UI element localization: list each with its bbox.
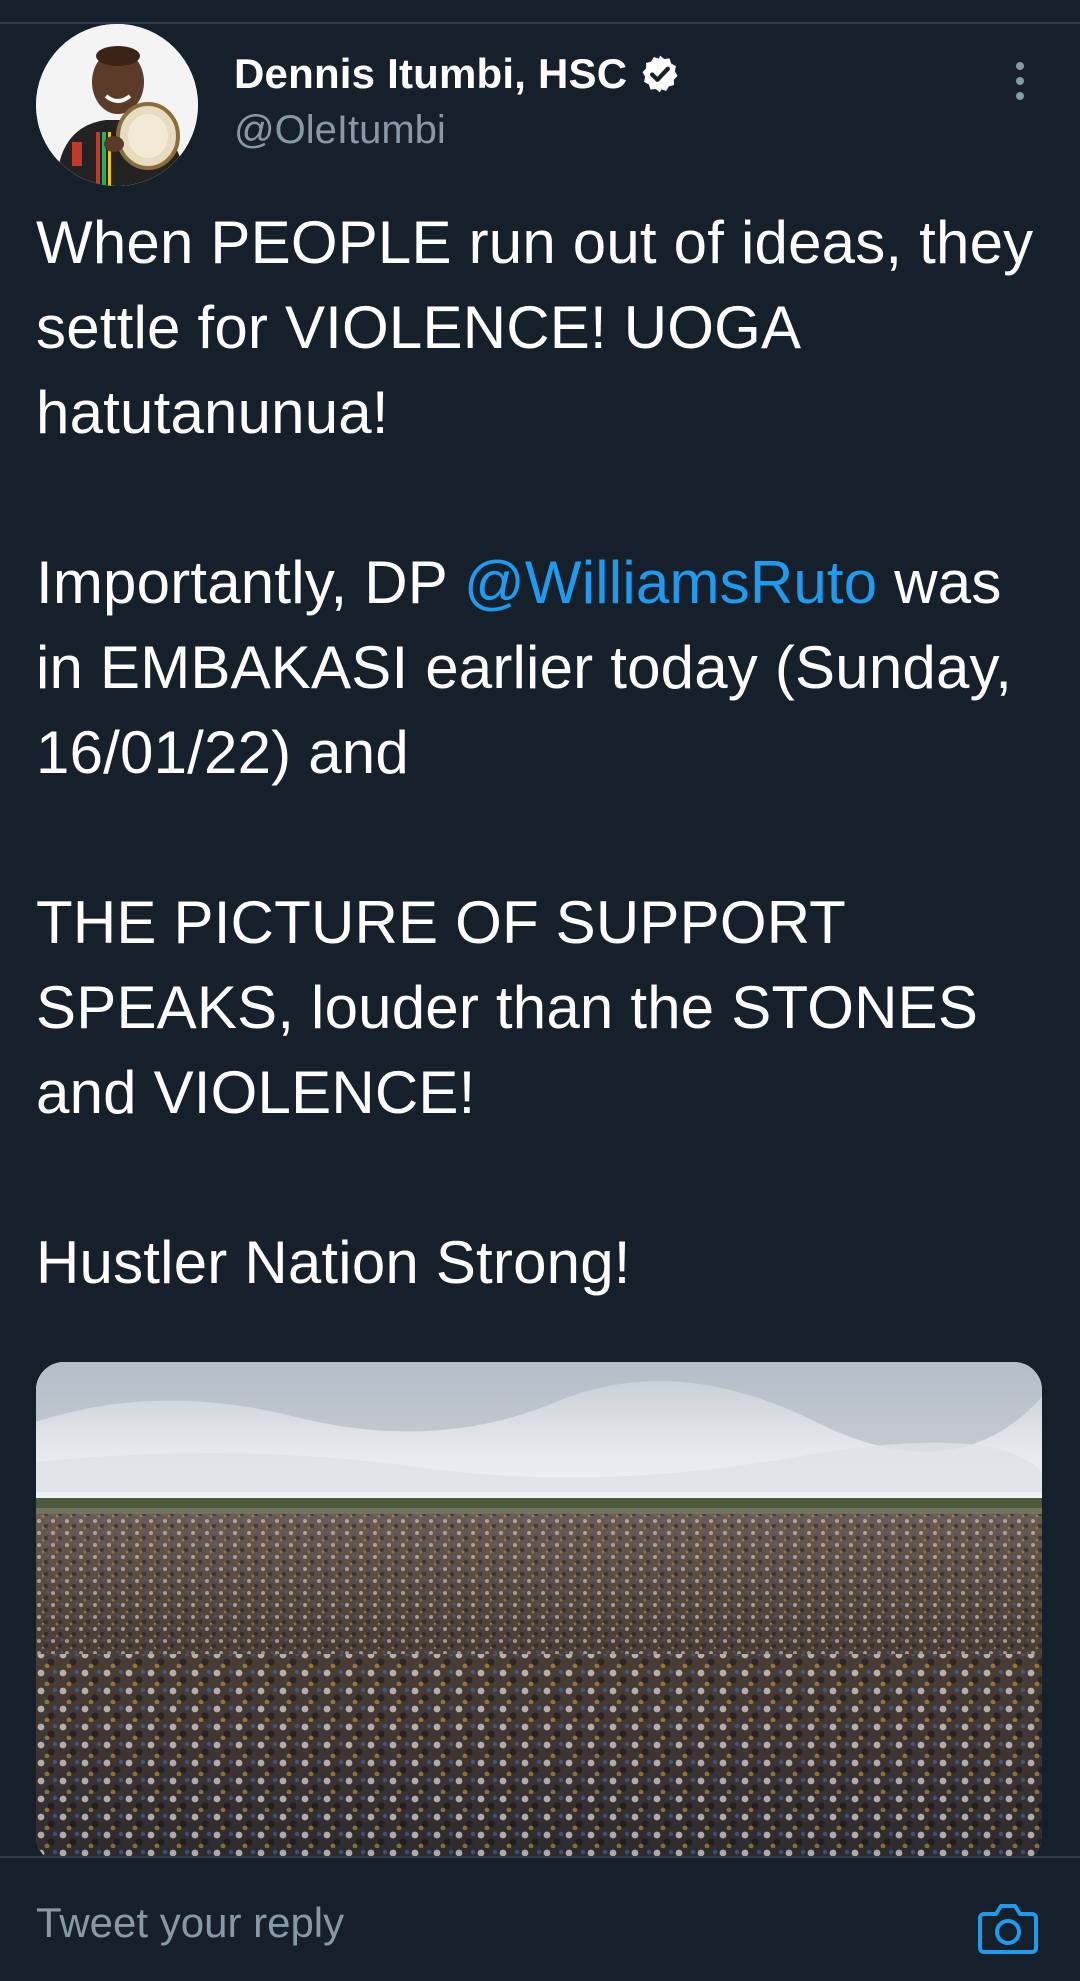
mention-link[interactable]: @WilliamsRuto xyxy=(464,549,878,616)
user-avatar-icon xyxy=(36,24,198,186)
author-avatar[interactable] xyxy=(36,24,198,186)
tweet-paragraph: THE PICTURE OF SUPPORT SPEAKS, louder th… xyxy=(36,889,979,1126)
camera-icon[interactable] xyxy=(976,1894,1040,1958)
tweet-paragraph: Hustler Nation Strong! xyxy=(36,1229,631,1296)
crowd-photo xyxy=(36,1362,1042,1864)
tweet-media-photo[interactable] xyxy=(36,1362,1042,1864)
more-dot xyxy=(1016,77,1024,85)
more-dot xyxy=(1016,92,1024,100)
tweet-text: When PEOPLE run out of ideas, they settl… xyxy=(36,200,1046,1305)
more-vertical-icon[interactable] xyxy=(1000,46,1040,116)
author-display-name[interactable]: Dennis Itumbi, HSC xyxy=(234,50,627,98)
tweet-paragraph: Importantly, DP @WilliamsRuto was in EMB… xyxy=(36,540,1046,795)
verified-badge-icon xyxy=(639,53,681,95)
author-name-row: Dennis Itumbi, HSC xyxy=(234,46,681,102)
more-dot xyxy=(1016,62,1024,70)
tweet-text-segment: Importantly, DP xyxy=(36,549,464,616)
author-handle[interactable]: @OleItumbi xyxy=(234,108,446,153)
tweet-paragraph: When PEOPLE run out of ideas, they settl… xyxy=(36,209,1034,446)
reply-input[interactable] xyxy=(36,1888,936,1958)
reply-bar xyxy=(0,1858,1080,1981)
top-divider xyxy=(0,22,1080,24)
